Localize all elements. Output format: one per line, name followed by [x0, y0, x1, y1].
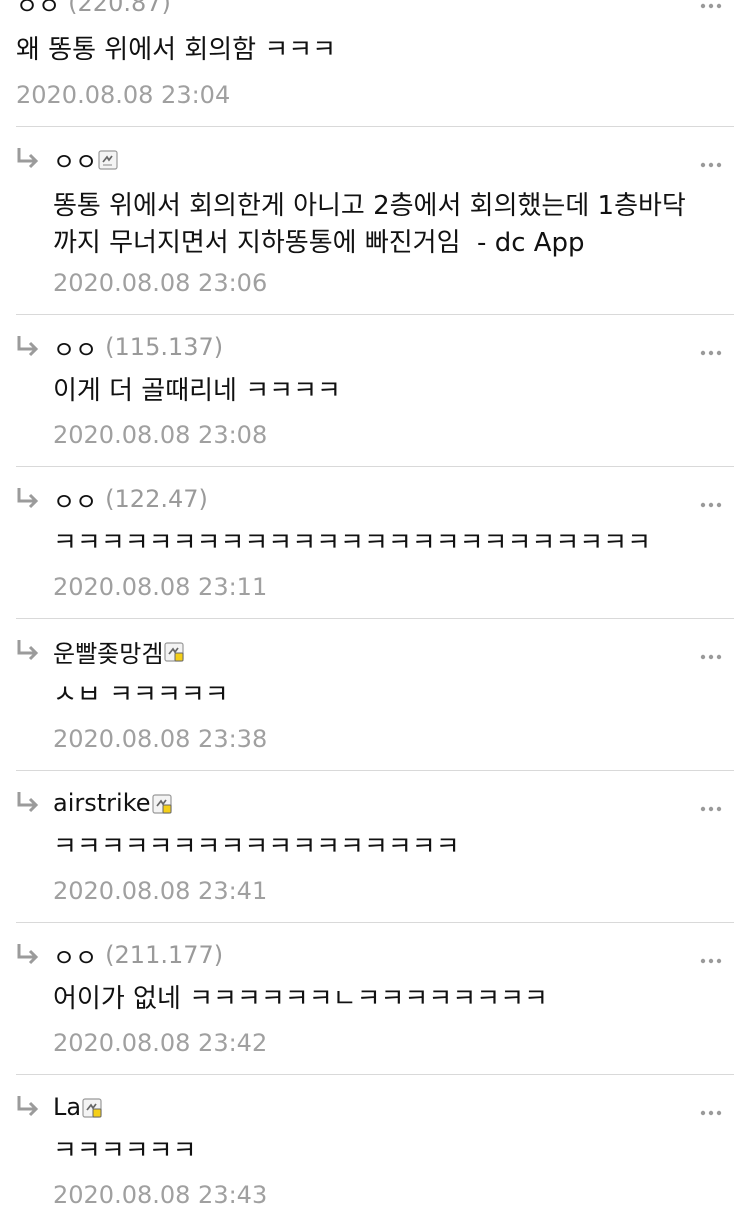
reply-item: ㅇㅇ (115.137) 이게 더 골때리네 ㅋㅋㅋㅋ 2020.08.08 2…	[16, 315, 734, 466]
comment-timestamp: 2020.08.08 23:41	[53, 877, 268, 905]
more-options-icon[interactable]	[700, 645, 722, 660]
comment-author-line: ㅇㅇ	[53, 142, 118, 176]
comment-author[interactable]: ㅇㅇ	[16, 0, 60, 21]
reply-arrow-icon	[16, 638, 40, 664]
more-options-icon[interactable]	[700, 797, 722, 812]
comment-author-line: La	[53, 1090, 102, 1124]
yellow-member-icon	[164, 642, 185, 662]
comment-text: ㅋㅋㅋㅋㅋㅋㅋㅋㅋㅋㅋㅋㅋㅋㅋㅋㅋㅋㅋㅋㅋㅋㅋㅋㅋ	[53, 528, 652, 558]
comment-author[interactable]: ㅇㅇ	[53, 482, 97, 517]
comment-timestamp: 2020.08.08 23:06	[53, 269, 268, 297]
comment-author-line: ㅇㅇ (220.87)	[16, 0, 171, 20]
more-options-icon[interactable]	[700, 949, 722, 964]
reply-item: ㅇㅇ (211.177) 어이가 없네 ㅋㅋㅋㅋㅋㅋㄴㅋㅋㅋㅋㅋㅋㅋㅋ 2020…	[16, 923, 734, 1074]
reply-item: ㅇㅇ 똥통 위에서 회의한게 아니고 2층에서 회의했는데 1층바닥 까지 무너…	[16, 127, 734, 314]
reply-item: La ㅋㅋㅋㅋㅋㅋ 2020.08.08 23:43	[16, 1075, 734, 1209]
comment-author[interactable]: ㅇㅇ	[53, 938, 97, 973]
comment-ip: (220.87)	[68, 0, 171, 17]
comment-author[interactable]: airstrike	[53, 789, 151, 817]
more-options-icon[interactable]	[700, 153, 722, 168]
comment-timestamp: 2020.08.08 23:42	[53, 1029, 268, 1057]
comment-text: 왜 똥통 위에서 회의함 ㅋㅋㅋ	[16, 35, 337, 65]
reply-arrow-icon	[16, 1094, 40, 1120]
gray-member-icon	[98, 150, 118, 170]
comment-timestamp: 2020.08.08 23:43	[53, 1181, 268, 1209]
yellow-member-icon	[151, 794, 172, 814]
reply-item: 운빨좆망겜 ㅅㅂ ㅋㅋㅋㅋㅋ 2020.08.08 23:38	[16, 619, 734, 770]
comment-author-line: ㅇㅇ (122.47)	[53, 482, 208, 516]
comment-timestamp: 2020.08.08 23:04	[16, 81, 231, 109]
comment-author-line: 운빨좆망겜	[53, 634, 185, 669]
more-options-icon[interactable]	[700, 493, 722, 508]
reply-item: ㅇㅇ (122.47) ㅋㅋㅋㅋㅋㅋㅋㅋㅋㅋㅋㅋㅋㅋㅋㅋㅋㅋㅋㅋㅋㅋㅋㅋㅋ 20…	[16, 467, 734, 618]
comment-text: 이게 더 골때리네 ㅋㅋㅋㅋ	[53, 376, 341, 406]
comment-author-line: ㅇㅇ (115.137)	[53, 330, 223, 364]
comment-item: ㅇㅇ (220.87) 왜 똥통 위에서 회의함 ㅋㅋㅋ 2020.08.08 …	[16, 0, 734, 126]
reply-arrow-icon	[16, 790, 40, 816]
yellow-member-icon	[82, 1098, 102, 1118]
comment-timestamp: 2020.08.08 23:08	[53, 421, 268, 449]
comment-text: ㅋㅋㅋㅋㅋㅋ	[53, 1136, 197, 1166]
reply-arrow-icon	[16, 334, 40, 360]
comment-text: ㅋㅋㅋㅋㅋㅋㅋㅋㅋㅋㅋㅋㅋㅋㅋㅋㅋ	[53, 832, 460, 862]
comment-author[interactable]: ㅇㅇ	[53, 142, 97, 177]
comment-timestamp: 2020.08.08 23:38	[53, 725, 268, 753]
comment-text: ㅅㅂ ㅋㅋㅋㅋㅋ	[53, 680, 229, 710]
comment-author-line: airstrike	[53, 786, 172, 820]
more-options-icon[interactable]	[700, 341, 722, 356]
more-options-icon[interactable]	[700, 1101, 722, 1116]
reply-item: airstrike ㅋㅋㅋㅋㅋㅋㅋㅋㅋㅋㅋㅋㅋㅋㅋㅋㅋ 2020.08.08 2…	[16, 771, 734, 922]
comment-ip: (115.137)	[105, 333, 224, 361]
comment-timestamp: 2020.08.08 23:11	[53, 573, 268, 601]
comment-ip: (122.47)	[105, 485, 208, 513]
comment-author[interactable]: La	[53, 1093, 81, 1121]
comment-text: 똥통 위에서 회의한게 아니고 2층에서 회의했는데 1층바닥 까지 무너지면서…	[53, 191, 686, 258]
reply-arrow-icon	[16, 486, 40, 512]
reply-arrow-icon	[16, 146, 40, 172]
comment-text: 어이가 없네 ㅋㅋㅋㅋㅋㅋㄴㅋㅋㅋㅋㅋㅋㅋㅋ	[53, 984, 548, 1014]
comment-author[interactable]: ㅇㅇ	[53, 330, 97, 365]
reply-arrow-icon	[16, 942, 40, 968]
comment-author[interactable]: 운빨좆망겜	[53, 634, 163, 669]
comment-author-line: ㅇㅇ (211.177)	[53, 938, 223, 972]
comment-ip: (211.177)	[105, 941, 224, 969]
